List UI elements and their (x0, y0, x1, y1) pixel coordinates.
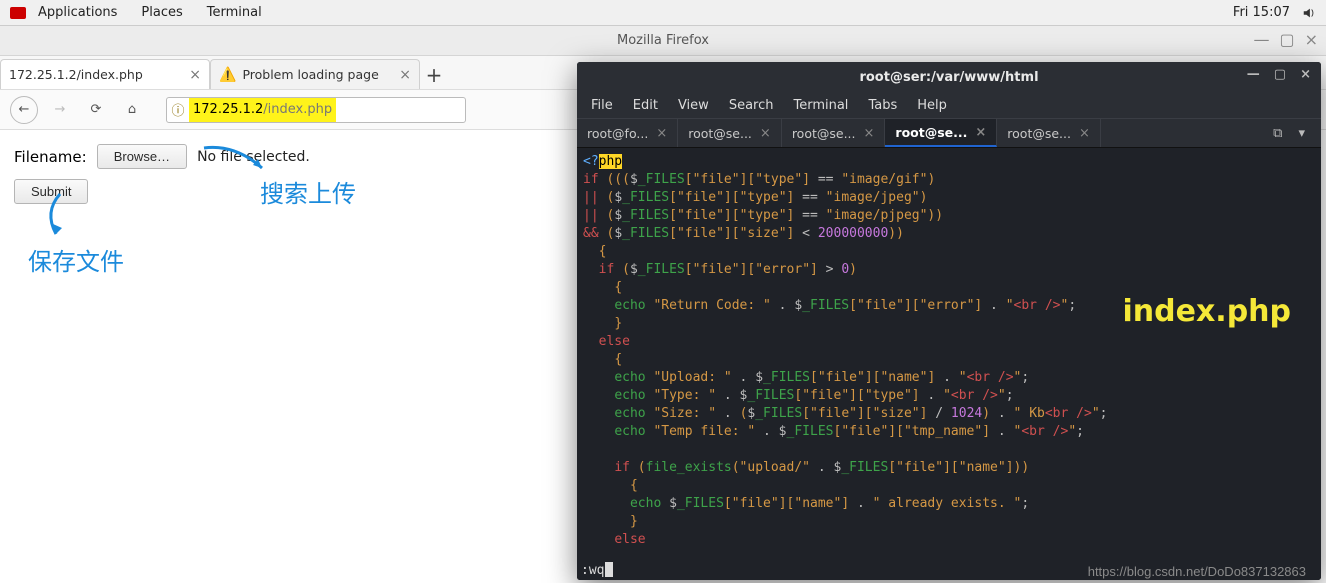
firefox-title: Mozilla Firefox (617, 33, 709, 48)
cursor-icon (605, 562, 613, 577)
terminal-tab-0[interactable]: root@fo... × (577, 119, 678, 147)
warning-icon: ⚠️ (219, 67, 236, 83)
menu-terminal[interactable]: Terminal (793, 98, 848, 113)
tab-close-icon[interactable]: × (864, 126, 875, 141)
tab-close-icon[interactable]: × (189, 67, 201, 83)
tab-close-icon[interactable]: × (760, 126, 771, 141)
terminal-menubar: File Edit View Search Terminal Tabs Help (577, 92, 1321, 118)
menu-tabs[interactable]: Tabs (868, 98, 897, 113)
terminal-close-icon[interactable]: × (1300, 67, 1311, 82)
tab-close-icon[interactable]: × (399, 67, 411, 83)
terminal-tab-label: root@se... (792, 126, 856, 141)
gnome-top-bar: Applications Places Terminal Fri 15:07 (0, 0, 1326, 26)
menu-applications[interactable]: Applications (38, 5, 117, 20)
firefox-tab-2[interactable]: ⚠️ Problem loading page × (210, 59, 420, 89)
tab-close-icon[interactable]: × (1079, 126, 1090, 141)
terminal-tab-label: root@se... (688, 126, 752, 141)
window-maximize-icon[interactable]: ▢ (1279, 30, 1294, 49)
tab-label: 172.25.1.2/index.php (9, 67, 143, 82)
volume-icon[interactable] (1302, 6, 1316, 20)
firefox-tab-1[interactable]: 172.25.1.2/index.php × (0, 59, 210, 89)
reload-button[interactable]: ⟳ (82, 96, 110, 124)
terminal-new-tab-icon[interactable]: ⧉ (1265, 119, 1290, 147)
terminal-window: root@ser:/var/www/html — ▢ × File Edit V… (577, 62, 1321, 580)
menu-edit[interactable]: Edit (633, 98, 658, 113)
home-button[interactable]: ⌂ (118, 96, 146, 124)
terminal-tab-label: root@se... (895, 125, 967, 140)
code-filename-overlay: index.php (1122, 303, 1291, 321)
no-file-text: No file selected. (197, 149, 310, 165)
window-close-icon[interactable]: × (1305, 30, 1318, 49)
site-info-icon[interactable]: ⓘ (167, 98, 189, 122)
terminal-tab-label: root@fo... (587, 126, 648, 141)
menu-places[interactable]: Places (141, 5, 182, 20)
firefox-titlebar: Mozilla Firefox — ▢ × (0, 26, 1326, 56)
redhat-icon (10, 7, 26, 19)
nav-forward-button[interactable]: → (46, 96, 74, 124)
terminal-tab-dropdown-icon[interactable]: ▾ (1290, 119, 1313, 147)
filename-label: Filename: (14, 148, 87, 166)
nav-back-button[interactable]: ← (10, 96, 38, 124)
submit-button[interactable]: Submit (14, 179, 88, 204)
menu-file[interactable]: File (591, 98, 613, 113)
tab-label: Problem loading page (242, 67, 378, 82)
watermark: https://blog.csdn.net/DoDo837132863 (1088, 564, 1306, 579)
code-token: php (599, 154, 622, 169)
annotation-save-file: 保存文件 (28, 242, 124, 277)
window-minimize-icon[interactable]: — (1253, 30, 1269, 49)
new-tab-button[interactable]: + (420, 61, 448, 89)
terminal-body[interactable]: <?php if ((($_FILES["file"]["type"] == "… (577, 148, 1321, 580)
url-path: /index.php (263, 102, 332, 117)
terminal-minimize-icon[interactable]: — (1247, 67, 1260, 82)
terminal-tab-3[interactable]: root@se... × (885, 119, 997, 147)
terminal-titlebar: root@ser:/var/www/html — ▢ × (577, 62, 1321, 92)
url-host: 172.25.1.2 (193, 102, 263, 117)
menu-view[interactable]: View (678, 98, 709, 113)
menu-terminal[interactable]: Terminal (207, 5, 262, 20)
address-bar[interactable]: ⓘ 172.25.1.2/index.php (166, 97, 466, 123)
browse-button[interactable]: Browse… (97, 144, 187, 169)
terminal-title: root@ser:/var/www/html (859, 70, 1038, 85)
terminal-maximize-icon[interactable]: ▢ (1274, 67, 1286, 82)
code-token: <? (583, 154, 599, 169)
terminal-tab-4[interactable]: root@se... × (997, 119, 1101, 147)
tab-close-icon[interactable]: × (656, 126, 667, 141)
clock: Fri 15:07 (1233, 5, 1290, 20)
menu-search[interactable]: Search (729, 98, 774, 113)
vim-command: :wq (581, 562, 604, 580)
terminal-tab-strip: root@fo... × root@se... × root@se... × root… (577, 118, 1321, 148)
terminal-tab-label: root@se... (1007, 126, 1071, 141)
tab-close-icon[interactable]: × (975, 125, 986, 140)
terminal-tab-2[interactable]: root@se... × (782, 119, 886, 147)
menu-help[interactable]: Help (917, 98, 947, 113)
terminal-tab-1[interactable]: root@se... × (678, 119, 782, 147)
